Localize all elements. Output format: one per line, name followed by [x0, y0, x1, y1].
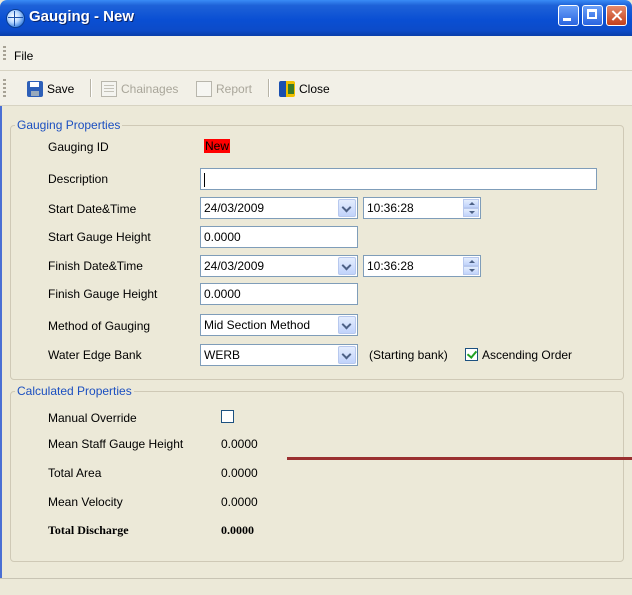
finish-date-value: 24/03/2009: [204, 259, 265, 273]
chevron-down-icon[interactable]: [338, 316, 356, 334]
water-edge-bank-select[interactable]: WERB: [200, 344, 358, 366]
spin-up-icon[interactable]: [463, 257, 479, 266]
total-discharge-value: 0.0000: [221, 523, 254, 537]
gauging-id-value: New: [204, 139, 231, 153]
gauging-window: Gauging - New File Save Chainages Report…: [0, 0, 632, 595]
close-button[interactable]: Close: [279, 80, 330, 98]
total-discharge-label: Total Discharge: [48, 523, 129, 537]
total-area-label: Total Area: [48, 466, 102, 480]
start-date-value: 24/03/2009: [204, 201, 265, 215]
chainages-button[interactable]: Chainages: [101, 80, 178, 98]
mean-velocity-label: Mean Velocity: [48, 495, 123, 509]
annotation-line: [287, 457, 632, 460]
manual-override-checkbox[interactable]: [221, 410, 234, 423]
start-datetime-label: Start Date&Time: [48, 202, 137, 216]
minimize-button[interactable]: [558, 5, 579, 26]
toolbar: Save Chainages Report Close: [0, 71, 632, 106]
text-caret: [204, 172, 205, 187]
report-document-icon: [196, 81, 212, 97]
finish-date-picker[interactable]: 24/03/2009: [200, 255, 358, 277]
menu-file[interactable]: File: [14, 49, 33, 63]
toolbar-separator: [268, 79, 270, 97]
start-time-value: 10:36:28: [367, 201, 414, 215]
finish-time-value: 10:36:28: [367, 259, 414, 273]
spin-down-icon[interactable]: [463, 266, 479, 275]
manual-override-label: Manual Override: [48, 411, 137, 425]
window-title: Gauging - New: [29, 8, 134, 25]
toolbar-separator: [90, 79, 92, 97]
start-gauge-height-label: Start Gauge Height: [48, 230, 151, 244]
floppy-disk-icon: [27, 81, 43, 97]
ascending-order-checkbox[interactable]: [465, 348, 478, 361]
gauging-properties-legend: Gauging Properties: [15, 118, 123, 132]
description-field[interactable]: [200, 168, 597, 190]
mean-staff-gauge-height-value: 0.0000: [221, 437, 258, 451]
start-date-picker[interactable]: 24/03/2009: [200, 197, 358, 219]
maximize-button[interactable]: [582, 5, 603, 26]
gauging-properties-group: Gauging Properties: [10, 118, 624, 380]
finish-datetime-label: Finish Date&Time: [48, 259, 143, 273]
app-globe-icon: [6, 9, 25, 28]
finish-time-spinner[interactable]: 10:36:28: [363, 255, 481, 277]
method-of-gauging-select[interactable]: Mid Section Method: [200, 314, 358, 336]
report-button[interactable]: Report: [196, 80, 252, 98]
method-of-gauging-value: Mid Section Method: [204, 318, 311, 332]
close-window-button[interactable]: [606, 5, 627, 26]
finish-gauge-height-field[interactable]: 0.0000: [200, 283, 358, 305]
ascending-order-label: Ascending Order: [482, 348, 573, 362]
spin-down-icon[interactable]: [463, 208, 479, 217]
save-button[interactable]: Save: [27, 80, 74, 98]
window-border: [0, 36, 2, 595]
total-area-value: 0.0000: [221, 466, 258, 480]
chevron-down-icon[interactable]: [338, 346, 356, 364]
save-label: Save: [47, 82, 75, 96]
menubar-grip-icon[interactable]: [3, 46, 6, 60]
water-edge-bank-label: Water Edge Bank: [48, 348, 142, 362]
mean-velocity-value: 0.0000: [221, 495, 258, 509]
chevron-down-icon[interactable]: [338, 257, 356, 275]
chainages-label: Chainages: [121, 82, 179, 96]
status-bar: [0, 578, 632, 595]
title-bar[interactable]: Gauging - New: [0, 0, 632, 36]
start-gauge-height-field[interactable]: 0.0000: [200, 226, 358, 248]
calculated-properties-legend: Calculated Properties: [15, 384, 134, 398]
method-of-gauging-label: Method of Gauging: [48, 319, 151, 333]
water-edge-bank-value: WERB: [204, 348, 240, 362]
finish-gauge-height-label: Finish Gauge Height: [48, 287, 158, 301]
chevron-down-icon[interactable]: [338, 199, 356, 217]
description-label: Description: [48, 172, 109, 186]
starting-bank-note: (Starting bank): [369, 348, 448, 362]
mean-staff-gauge-height-label: Mean Staff Gauge Height: [48, 437, 184, 451]
table-icon: [101, 81, 117, 97]
start-time-spinner[interactable]: 10:36:28: [363, 197, 481, 219]
toolbar-grip-icon[interactable]: [3, 79, 6, 97]
exit-door-icon: [279, 81, 295, 97]
report-label: Report: [216, 82, 253, 96]
menu-bar: File: [0, 36, 632, 71]
close-label: Close: [299, 82, 330, 96]
spin-up-icon[interactable]: [463, 199, 479, 208]
gauging-id-label: Gauging ID: [48, 140, 109, 154]
